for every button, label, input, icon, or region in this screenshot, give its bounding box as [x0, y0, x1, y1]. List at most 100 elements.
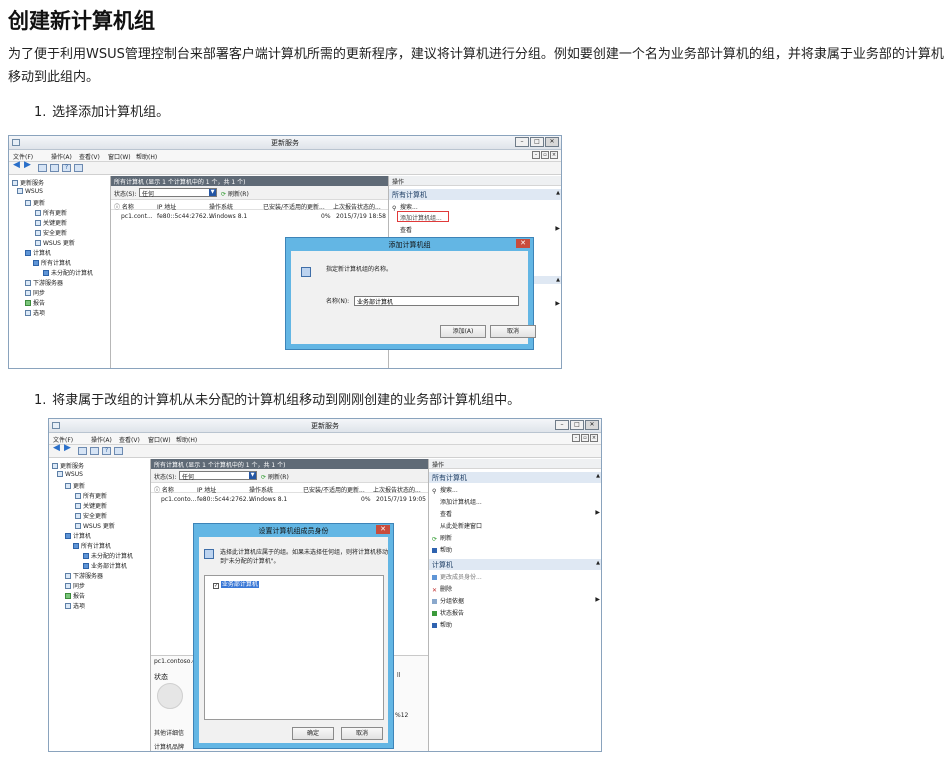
minimize-icon[interactable]: – — [515, 137, 529, 147]
tree-item[interactable]: 业务部计算机 — [83, 561, 127, 570]
mdi-close-icon[interactable]: × — [590, 434, 598, 442]
tree-item[interactable]: WSUS — [17, 188, 43, 195]
close-icon[interactable]: ✕ — [585, 420, 599, 430]
cancel-button[interactable]: 取消 — [341, 727, 383, 740]
status-select[interactable]: 任何 ▼ — [179, 471, 257, 481]
tree-item[interactable]: 所有计算机 — [73, 541, 111, 550]
table-row[interactable]: pc1.cont... fe80::5c44:2762... Windows 8… — [111, 211, 388, 221]
tree-item[interactable]: 未分配的计算机 — [83, 551, 133, 560]
tree-item[interactable]: 所有更新 — [75, 491, 107, 500]
forward-icon[interactable]: ▶ — [23, 161, 32, 170]
group-list-item[interactable]: ✓ 业务部计算机 — [213, 579, 259, 589]
menu-view[interactable]: 查看(V) — [79, 152, 100, 161]
tree-item[interactable]: 计算机 — [25, 248, 51, 257]
action-change-membership[interactable]: 更改成员身份... — [432, 572, 600, 582]
tree-item[interactable]: 下游服务器 — [65, 571, 103, 580]
action-delete[interactable]: ✕ 删除 — [432, 584, 600, 594]
tree-item[interactable]: WSUS 更新 — [75, 521, 115, 530]
tree-item[interactable]: 安全更新 — [75, 511, 107, 520]
back-icon[interactable]: ◀ — [52, 444, 61, 453]
tree-item[interactable]: 关键更新 — [35, 218, 67, 227]
status-select[interactable]: 任何 ▼ — [139, 188, 217, 198]
mdi-close-icon[interactable]: × — [550, 151, 558, 159]
folder-icon[interactable] — [78, 447, 87, 455]
tree-item[interactable]: 选项 — [25, 308, 45, 317]
action-search[interactable]: ⚲ 搜索... — [432, 485, 600, 495]
mdi-restore-icon[interactable]: ▫ — [581, 434, 589, 442]
col-ip[interactable]: IP 地址 — [197, 485, 216, 494]
group-name-input[interactable] — [354, 296, 519, 306]
tree-item[interactable]: 更新服务 — [52, 461, 84, 470]
action-help[interactable]: 帮助 — [432, 545, 600, 555]
action-refresh[interactable]: ⟳ 刷新 — [432, 533, 600, 543]
action-group-by[interactable]: 分组依据 ▶ — [432, 596, 600, 606]
menu-view[interactable]: 查看(V) — [119, 435, 140, 444]
tree-item[interactable]: 更新服务 — [12, 178, 44, 187]
tree-item[interactable]: 下游服务器 — [25, 278, 63, 287]
table-row[interactable]: pc1.conto... fe80::5c44:2762... Windows … — [151, 494, 428, 504]
mdi-restore-icon[interactable]: ▫ — [541, 151, 549, 159]
col-installed[interactable]: 已安装/不适用的更新... — [303, 485, 365, 494]
col-name[interactable]: ⓘ 名称 — [114, 202, 134, 211]
action-view[interactable]: 查看 ▶ — [400, 225, 560, 235]
dialog-close-icon[interactable]: ✕ — [376, 525, 390, 534]
tree-item[interactable]: 选项 — [65, 601, 85, 610]
actions-section[interactable]: 所有计算机 ▲ — [389, 189, 561, 200]
tree-item[interactable]: 同步 — [65, 581, 85, 590]
cancel-button[interactable]: 取消 — [490, 325, 536, 338]
mdi-minimize-icon[interactable]: – — [572, 434, 580, 442]
panel-icon[interactable] — [114, 447, 123, 455]
console-icon[interactable] — [90, 447, 99, 455]
tree-item[interactable]: 所有更新 — [35, 208, 67, 217]
refresh-button[interactable]: ⟳ 刷新(R) — [221, 189, 249, 198]
menu-help[interactable]: 帮助(H) — [136, 152, 157, 161]
menu-action[interactable]: 操作(A) — [91, 435, 112, 444]
ok-button[interactable]: 确定 — [292, 727, 334, 740]
panel-icon[interactable] — [74, 164, 83, 172]
tree-item[interactable]: 安全更新 — [35, 228, 67, 237]
tree-item[interactable]: 所有计算机 — [33, 258, 71, 267]
tree-item[interactable]: 更新 — [65, 481, 85, 490]
menu-help[interactable]: 帮助(H) — [176, 435, 197, 444]
action-view[interactable]: 查看 ▶ — [440, 509, 600, 519]
col-last-report[interactable]: 上次报告状态的... — [373, 485, 421, 494]
action-new-window[interactable]: 从此处新建窗口 — [440, 521, 600, 531]
dialog-close-icon[interactable]: ✕ — [516, 239, 530, 248]
col-name[interactable]: ⓘ 名称 — [154, 485, 174, 494]
tree-item[interactable]: 更新 — [25, 198, 45, 207]
actions-section-all-computers[interactable]: 所有计算机 ▲ — [429, 472, 601, 483]
help-icon[interactable]: ? — [62, 164, 71, 172]
forward-icon[interactable]: ▶ — [63, 444, 72, 453]
tree-item[interactable]: 报告 — [25, 298, 45, 307]
add-button[interactable]: 添加(A) — [440, 325, 486, 338]
refresh-button[interactable]: ⟳ 刷新(R) — [261, 472, 289, 481]
help-icon[interactable]: ? — [102, 447, 111, 455]
tree-item[interactable]: 未分配的计算机 — [43, 268, 93, 277]
menu-action[interactable]: 操作(A) — [51, 152, 72, 161]
tree-item[interactable]: WSUS 更新 — [35, 238, 75, 247]
action-status-report[interactable]: 状态报告 — [432, 608, 600, 618]
minimize-icon[interactable]: – — [555, 420, 569, 430]
close-icon[interactable]: ✕ — [545, 137, 559, 147]
col-os[interactable]: 操作系统 — [249, 485, 273, 494]
tree-item[interactable]: WSUS — [57, 471, 83, 478]
tree-item[interactable]: 计算机 — [65, 531, 91, 540]
col-os[interactable]: 操作系统 — [209, 202, 233, 211]
col-ip[interactable]: IP 地址 — [157, 202, 176, 211]
back-icon[interactable]: ◀ — [12, 161, 21, 170]
menu-window[interactable]: 窗口(W) — [148, 435, 171, 444]
action-add-group[interactable]: 添加计算机组... — [440, 497, 600, 507]
checkbox-checked-icon[interactable]: ✓ — [213, 583, 219, 589]
actions-section-computer[interactable]: 计算机 ▲ — [429, 559, 601, 570]
maximize-icon[interactable]: □ — [530, 137, 544, 147]
mdi-minimize-icon[interactable]: – — [532, 151, 540, 159]
tree-item[interactable]: 关键更新 — [75, 501, 107, 510]
console-icon[interactable] — [50, 164, 59, 172]
col-last-report[interactable]: 上次报告状态的... — [333, 202, 381, 211]
menu-window[interactable]: 窗口(W) — [108, 152, 131, 161]
tree-item[interactable]: 同步 — [25, 288, 45, 297]
tree-item[interactable]: 报告 — [65, 591, 85, 600]
action-help-2[interactable]: 帮助 — [432, 620, 600, 630]
folder-icon[interactable] — [38, 164, 47, 172]
maximize-icon[interactable]: □ — [570, 420, 584, 430]
